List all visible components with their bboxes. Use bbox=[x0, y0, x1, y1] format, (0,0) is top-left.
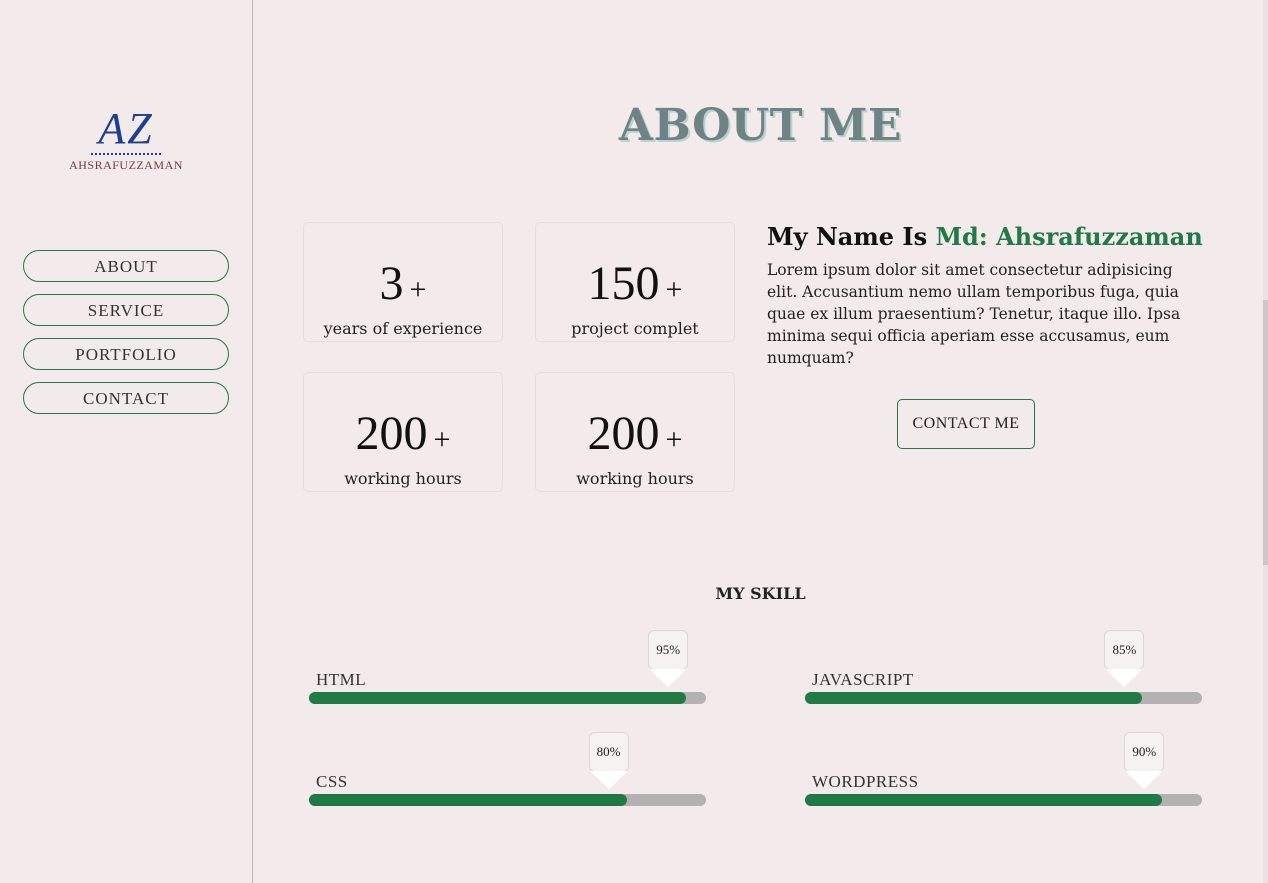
main-content: ABOUT ME 3 + years of experience 150 + pro… bbox=[253, 0, 1268, 883]
skill-percent-badge: 95% bbox=[648, 630, 689, 687]
nav-service[interactable]: SERVICE bbox=[23, 294, 229, 326]
stat-label: project complet bbox=[571, 319, 699, 338]
skill-fill bbox=[309, 794, 627, 806]
stat-card: 200 + working hours bbox=[535, 372, 735, 492]
logo[interactable]: AZ AHSRAFUZZAMAN bbox=[0, 105, 252, 173]
skill-name: CSS bbox=[316, 772, 348, 791]
skill-fill bbox=[805, 794, 1163, 806]
stat-value: 3 + bbox=[304, 259, 502, 315]
heading-name: Md: Ahsrafuzzaman bbox=[935, 222, 1203, 251]
stat-value: 200 + bbox=[536, 409, 734, 465]
stat-plus: + bbox=[409, 273, 427, 306]
skill-bar: WORDPRESS 90% bbox=[805, 732, 1202, 806]
skills-title: MY SKILL bbox=[715, 584, 806, 603]
stat-number: 200 bbox=[587, 407, 660, 460]
skill-fill bbox=[309, 692, 687, 704]
logo-name: AHSRAFUZZAMAN bbox=[69, 158, 183, 172]
skill-percent-badge: 85% bbox=[1104, 630, 1145, 687]
about-heading: My Name Is Md: Ahsrafuzzaman bbox=[767, 222, 1207, 251]
stat-label: working hours bbox=[576, 469, 694, 488]
about-paragraph: Lorem ipsum dolor sit amet consectetur a… bbox=[767, 261, 1181, 367]
skill-bar: CSS 80% bbox=[309, 732, 706, 806]
logo-underline bbox=[91, 153, 161, 155]
page-title: ABOUT ME bbox=[618, 100, 903, 151]
skill-track bbox=[805, 692, 1202, 704]
contact-me-button[interactable]: CONTACT ME bbox=[897, 399, 1035, 449]
skill-track bbox=[805, 794, 1202, 806]
scrollbar-thumb[interactable] bbox=[1263, 300, 1268, 565]
skill-percent-badge: 80% bbox=[588, 732, 629, 789]
stat-card: 150 + project complet bbox=[535, 222, 735, 342]
skill-name: HTML bbox=[316, 670, 367, 689]
heading-prefix: My Name Is bbox=[767, 222, 928, 251]
skill-name: WORDPRESS bbox=[812, 772, 919, 791]
skill-fill bbox=[805, 692, 1143, 704]
stat-plus: + bbox=[665, 423, 683, 456]
stat-number: 150 bbox=[587, 257, 660, 310]
stat-plus: + bbox=[665, 273, 683, 306]
skill-bar: HTML 95% bbox=[309, 630, 706, 704]
about-section: My Name Is Md: Ahsrafuzzaman Lorem ipsum… bbox=[767, 222, 1207, 369]
main-nav: ABOUT SERVICE PORTFOLIO CONTACT bbox=[23, 250, 229, 426]
stat-plus: + bbox=[433, 423, 451, 456]
skill-track bbox=[309, 794, 706, 806]
stat-number: 3 bbox=[379, 257, 404, 310]
skill-track bbox=[309, 692, 706, 704]
nav-contact[interactable]: CONTACT bbox=[23, 382, 229, 414]
stat-label: working hours bbox=[344, 469, 462, 488]
stat-value: 200 + bbox=[304, 409, 502, 465]
nav-about[interactable]: ABOUT bbox=[23, 250, 229, 282]
stat-card: 200 + working hours bbox=[303, 372, 503, 492]
stat-value: 150 + bbox=[536, 259, 734, 315]
stat-card: 3 + years of experience bbox=[303, 222, 503, 342]
stat-label: years of experience bbox=[323, 319, 483, 338]
skill-percent-badge: 90% bbox=[1124, 732, 1165, 789]
logo-mark: AZ bbox=[98, 104, 154, 153]
scrollbar[interactable] bbox=[1263, 0, 1268, 883]
sidebar: AZ AHSRAFUZZAMAN ABOUT SERVICE PORTFOLIO… bbox=[0, 0, 253, 883]
stat-number: 200 bbox=[355, 407, 428, 460]
skill-name: JAVASCRIPT bbox=[812, 670, 914, 689]
skill-bar: JAVASCRIPT 85% bbox=[805, 630, 1202, 704]
nav-portfolio[interactable]: PORTFOLIO bbox=[23, 338, 229, 370]
